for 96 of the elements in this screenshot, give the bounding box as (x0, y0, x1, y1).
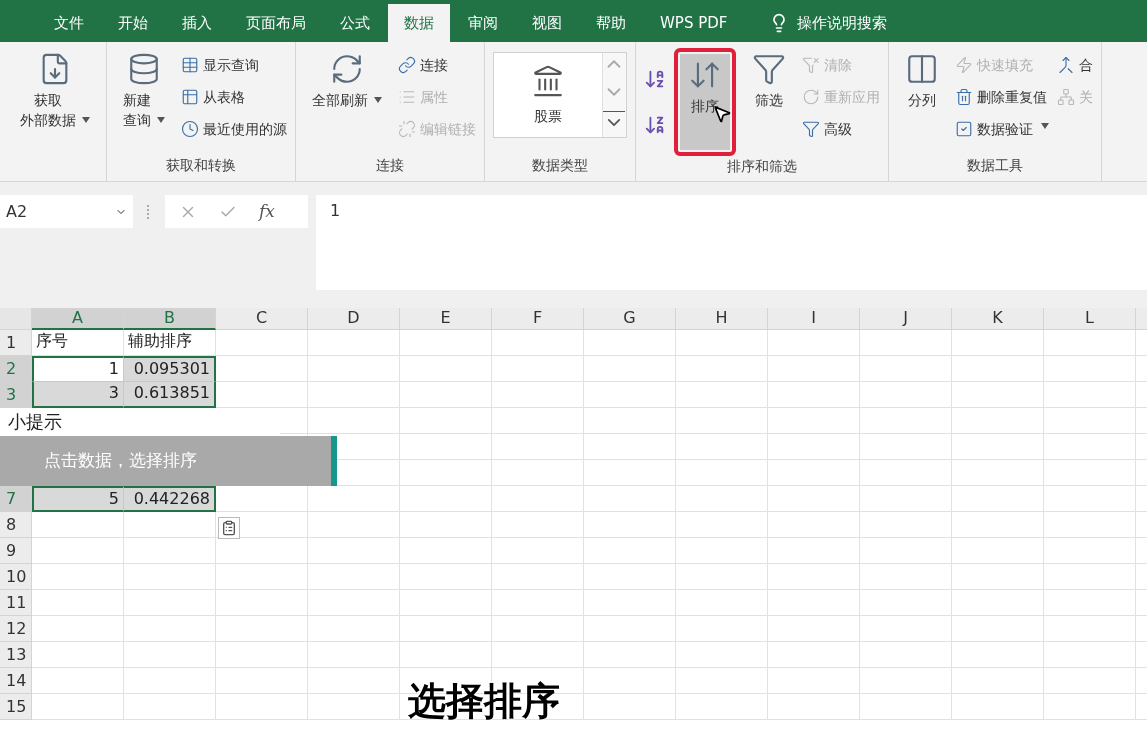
function-button[interactable]: fx (259, 198, 275, 225)
row-header[interactable]: 1 (0, 330, 32, 356)
ribbon-button[interactable]: 数据验证 (955, 116, 1049, 142)
column-header[interactable]: F (492, 308, 584, 330)
sort-descending-icon[interactable] (644, 114, 666, 136)
merge-icon (1057, 56, 1075, 74)
column-header[interactable]: D (308, 308, 400, 330)
check-square-icon (955, 120, 973, 138)
table-cell-text: 序号 (35, 330, 69, 352)
tip-text: 点击数据，选择排序 (43, 449, 198, 473)
clock-icon (181, 120, 199, 138)
column-header[interactable]: J (860, 308, 952, 330)
table-cell-text: 辅助排序 (127, 330, 193, 352)
ribbon-tab[interactable]: 插入 (166, 4, 228, 42)
table-cell: 3 (32, 382, 124, 408)
row-header[interactable]: 13 (0, 642, 32, 668)
row-header[interactable]: 9 (0, 538, 32, 564)
columns-icon (905, 52, 939, 86)
table-cell: 0.613851 (124, 382, 216, 408)
ribbon-tab[interactable]: 页面布局 (230, 4, 322, 42)
lightning-icon (955, 56, 973, 74)
row-header[interactable]: 3 (0, 382, 32, 408)
ribbon-button[interactable]: 全部刷新 (304, 48, 390, 144)
column-header[interactable]: E (400, 308, 492, 330)
gallery-item[interactable]: 股票 (494, 53, 602, 137)
ribbon-button[interactable]: 连接 (398, 52, 476, 78)
group-label: 获取和转换 (165, 156, 237, 175)
rotate-icon (802, 88, 820, 106)
column-header[interactable]: I (768, 308, 860, 330)
ribbon-button[interactable]: 新建 查询 (115, 48, 173, 144)
refresh-icon (330, 52, 364, 86)
caret-icon[interactable] (1041, 122, 1049, 129)
name-box[interactable]: A2 (0, 195, 133, 228)
column-header[interactable]: H (676, 308, 768, 330)
list-icon (398, 88, 416, 106)
row-header[interactable]: 2 (0, 356, 32, 382)
ribbon-button[interactable]: 分列 (897, 48, 947, 144)
bank-icon (531, 63, 565, 98)
ribbon-tab[interactable]: 开始 (102, 4, 164, 42)
link-icon (398, 56, 416, 74)
row-header[interactable]: 14 (0, 668, 32, 694)
ribbon-button[interactable]: 排序 (680, 54, 730, 150)
ribbon-button[interactable]: 筛选 (744, 48, 794, 144)
column-header[interactable]: K (952, 308, 1044, 330)
ribbon-button[interactable]: 从表格 (181, 84, 287, 110)
sort-ascending-icon[interactable] (644, 68, 666, 90)
table-cell: 0.442268 (124, 486, 216, 512)
ribbon-tab[interactable]: 数据 (388, 4, 450, 42)
table-cell: 5 (32, 486, 124, 512)
ribbon-tab[interactable]: 文件 (38, 4, 100, 42)
ribbon-tab[interactable]: 审阅 (452, 4, 514, 42)
quick-analysis-icon[interactable] (218, 517, 240, 539)
network-icon (1057, 88, 1075, 106)
table-cell: 0.095301 (124, 356, 216, 382)
table-icon (181, 56, 199, 74)
ribbon-button[interactable]: 最近使用的源 (181, 116, 287, 142)
caret-icon[interactable] (82, 117, 90, 123)
ribbon-tab[interactable]: 帮助 (580, 4, 642, 42)
group-label: 排序和筛选 (726, 157, 798, 176)
caret-icon[interactable] (374, 97, 382, 103)
funnel-icon (802, 120, 820, 138)
row-header[interactable]: 10 (0, 564, 32, 590)
column-header[interactable]: C (216, 308, 308, 330)
ribbon-button[interactable]: 合 (1057, 52, 1093, 78)
database-icon (127, 52, 161, 86)
grid-icon (181, 88, 199, 106)
trash-icon (955, 88, 973, 106)
ribbon-tab[interactable]: 视图 (516, 4, 578, 42)
group-label: 数据工具 (966, 156, 1024, 175)
caret-icon[interactable] (157, 117, 165, 123)
ribbon-tab[interactable]: 公式 (324, 4, 386, 42)
funnel-icon (752, 52, 786, 86)
column-header[interactable]: L (1044, 308, 1136, 330)
ribbon-button[interactable]: 显示查询 (181, 52, 287, 78)
table-cell: 1 (32, 356, 124, 382)
group-label: 数据类型 (531, 156, 589, 175)
column-header[interactable]: B (124, 308, 216, 330)
row-header[interactable]: 8 (0, 512, 32, 538)
tell-me-search[interactable]: 操作说明搜索 (797, 11, 888, 35)
row-header[interactable]: 12 (0, 616, 32, 642)
group-label: 连接 (375, 156, 405, 175)
ribbon-button[interactable]: 高级 (802, 116, 880, 142)
funnel-x-icon (802, 56, 820, 74)
row-header[interactable]: 11 (0, 590, 32, 616)
ribbon-button[interactable]: 获取 外部数据 (12, 48, 98, 144)
more-icon (147, 205, 151, 219)
formula-input[interactable]: 1 (316, 195, 1147, 290)
row-header[interactable]: 7 (0, 486, 32, 512)
ribbon-tab[interactable]: WPS PDF (644, 4, 744, 42)
broken-link-icon (398, 120, 416, 138)
column-header[interactable]: A (32, 308, 124, 330)
video-subtitle: 选择排序 (408, 682, 560, 720)
ribbon-button[interactable]: 删除重复值 (955, 84, 1049, 110)
column-header[interactable]: G (584, 308, 676, 330)
tip-title: 小提示 (0, 408, 280, 436)
row-header[interactable]: 15 (0, 694, 32, 720)
